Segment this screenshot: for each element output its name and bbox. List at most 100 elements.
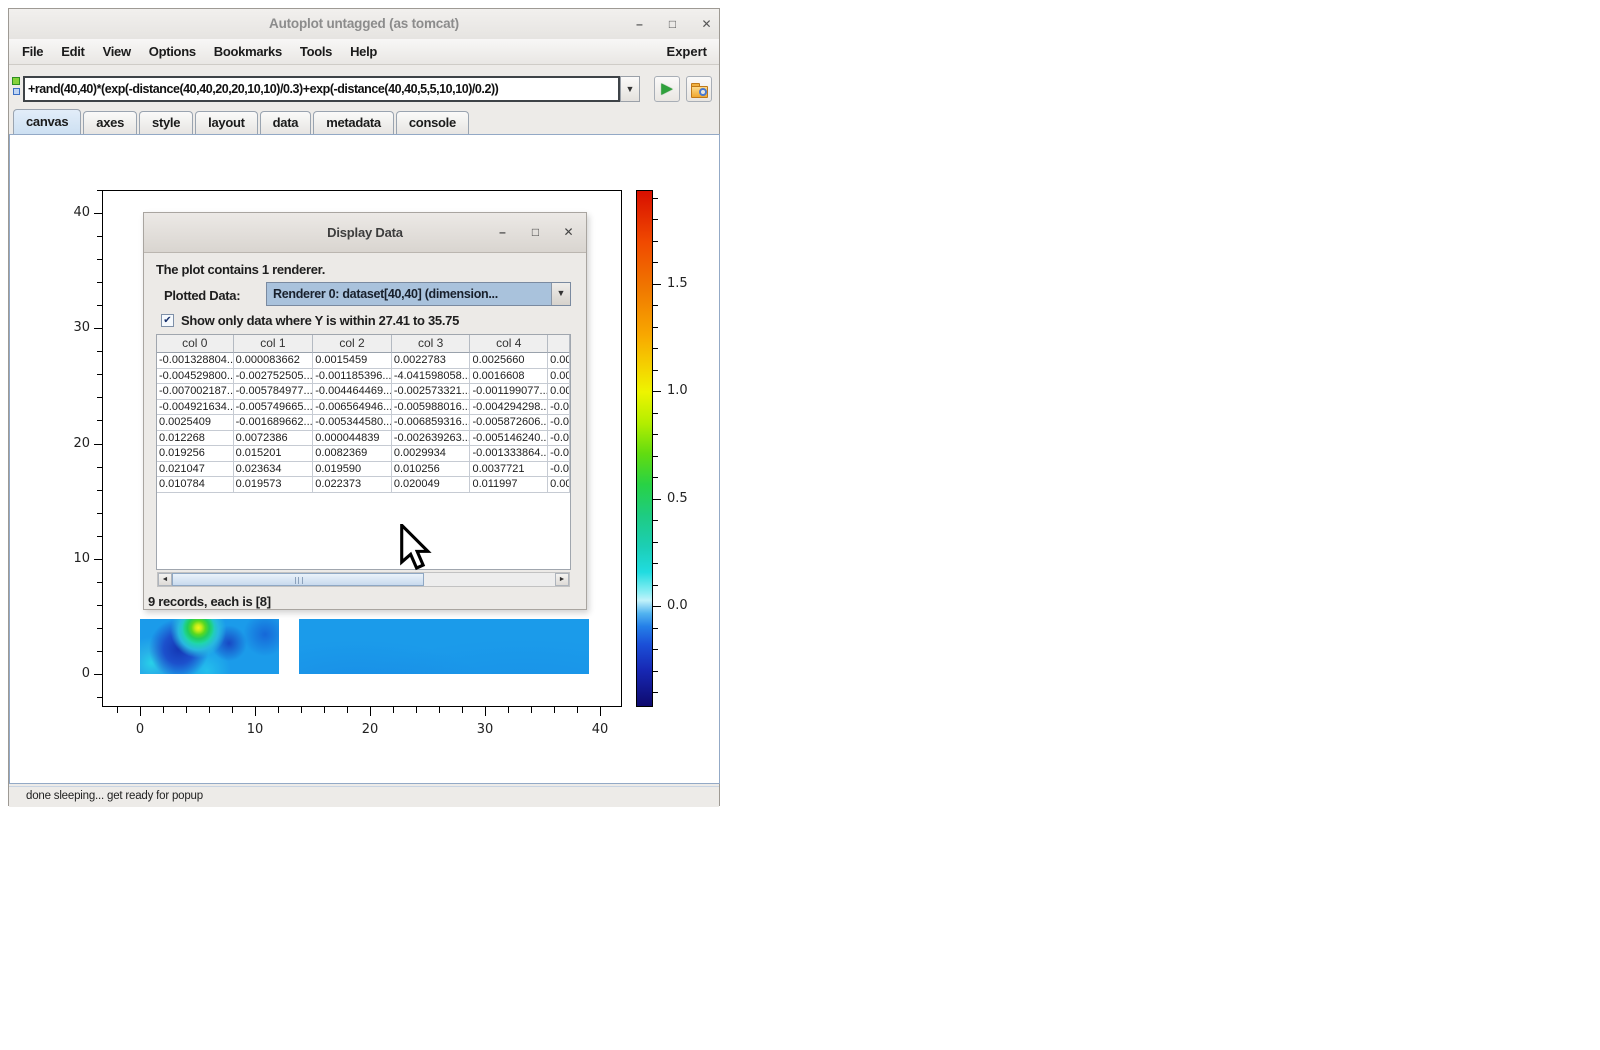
status-bar: done sleeping... get ready for popup (9, 786, 719, 807)
x-tick-label: 20 (354, 722, 386, 737)
scrollbar-thumb[interactable] (172, 573, 424, 586)
plotted-data-select[interactable]: Renderer 0: dataset[40,40] (dimension...… (266, 282, 571, 306)
menu-item-tools[interactable]: Tools (291, 39, 341, 64)
combo-arrow-button[interactable]: ▼ (551, 283, 570, 305)
axis-tick (653, 477, 658, 478)
table-header-row: col 0col 1col 2col 3col 4 (157, 335, 570, 353)
axis-tick (140, 707, 141, 716)
expert-label[interactable]: Expert (667, 39, 707, 64)
column-header[interactable]: col 1 (234, 335, 314, 353)
minimize-icon[interactable]: – (631, 16, 648, 33)
column-header[interactable] (548, 335, 570, 353)
table-cell: 0.000083662 (234, 353, 314, 369)
axis-tick (653, 198, 658, 199)
table-cell: 0.0025660 (470, 353, 548, 369)
dialog-maximize-icon[interactable]: □ (527, 224, 544, 241)
axis-tick (186, 707, 187, 713)
column-header[interactable]: col 2 (313, 335, 392, 353)
table-cell: 0.019256 (157, 446, 234, 462)
dialog-minimize-icon[interactable]: – (494, 224, 511, 241)
table-row[interactable]: 0.0210470.0236340.0195900.0102560.003772… (157, 462, 570, 478)
colorbar-tick-label: 1.5 (667, 276, 688, 291)
table-cell: 0.00 (548, 477, 570, 493)
uri-input[interactable] (23, 76, 620, 102)
tab-console[interactable]: console (396, 111, 469, 134)
menu-item-view[interactable]: View (94, 39, 140, 64)
table-cell: -0.005749665... (234, 400, 314, 416)
tab-canvas[interactable]: canvas (13, 109, 81, 134)
axis-tick (600, 707, 601, 716)
axis-tick (97, 536, 102, 537)
column-header[interactable]: col 3 (392, 335, 471, 353)
table-row[interactable]: 0.0107840.0195730.0223730.0200490.011997… (157, 477, 570, 493)
tab-axes[interactable]: axes (83, 111, 137, 134)
inspect-uri-button[interactable] (686, 76, 712, 102)
table-cell: -0.005784977... (234, 384, 314, 400)
table-cell: -0.0 (548, 446, 570, 462)
axis-tick (97, 397, 102, 398)
filter-checkbox[interactable]: ✔ (161, 314, 174, 327)
axis-tick (653, 671, 658, 672)
axis-tick (163, 707, 164, 713)
colorbar-tick-label: 1.0 (667, 383, 688, 398)
data-table[interactable]: col 0col 1col 2col 3col 4 -0.001328804..… (156, 334, 571, 570)
column-header[interactable]: col 0 (157, 335, 234, 353)
menu-item-edit[interactable]: Edit (52, 39, 93, 64)
table-row[interactable]: -0.001328804...0.0000836620.00154590.002… (157, 353, 570, 369)
axis-tick (324, 707, 325, 713)
table-cell: 0.011997 (470, 477, 548, 493)
menu-item-bookmarks[interactable]: Bookmarks (205, 39, 291, 64)
arrow-left-icon: ◄ (162, 576, 169, 583)
blue-square-icon (13, 88, 20, 95)
tab-metadata[interactable]: metadata (313, 111, 394, 134)
tab-style[interactable]: style (139, 111, 193, 134)
table-row[interactable]: 0.0122680.00723860.000044839-0.002639263… (157, 431, 570, 447)
menu-item-help[interactable]: Help (341, 39, 386, 64)
tab-layout[interactable]: layout (195, 111, 257, 134)
plotted-data-label: Plotted Data: (164, 288, 240, 303)
uri-dropdown-button[interactable]: ▼ (620, 76, 640, 102)
axis-tick (278, 707, 279, 713)
axis-tick (653, 585, 658, 586)
axis-tick (653, 348, 658, 349)
table-cell: -0.005988016... (392, 400, 471, 416)
close-icon[interactable]: ✕ (698, 16, 715, 33)
axis-tick (653, 499, 661, 500)
y-tick-label: 0 (58, 666, 90, 681)
axis-tick (653, 305, 658, 306)
table-row[interactable]: -0.007002187...-0.005784977...-0.0044644… (157, 384, 570, 400)
dialog-title-bar[interactable]: Display Data – □ ✕ (144, 213, 586, 253)
x-tick-label: 10 (239, 722, 271, 737)
axis-tick (653, 391, 661, 392)
column-header[interactable]: col 4 (470, 335, 548, 353)
axis-tick (653, 262, 658, 263)
tab-data[interactable]: data (260, 111, 312, 134)
menu-item-options[interactable]: Options (140, 39, 205, 64)
green-square-icon (12, 77, 20, 85)
menu-items: FileEditViewOptionsBookmarksToolsHelp (9, 43, 386, 60)
table-cell: 0.0029934 (392, 446, 471, 462)
table-cell: -0.002573321... (392, 384, 471, 400)
table-row[interactable]: -0.004921634...-0.005749665...-0.0065649… (157, 400, 570, 416)
horizontal-scrollbar[interactable]: ◄ ► (157, 572, 570, 587)
table-row[interactable]: 0.0025409-0.001689662...-0.005344580...-… (157, 415, 570, 431)
axis-tick (462, 707, 463, 713)
axis-tick (97, 467, 102, 468)
menu-item-file[interactable]: File (13, 39, 52, 64)
table-row[interactable]: 0.0192560.0152010.00823690.0029934-0.001… (157, 446, 570, 462)
table-cell: -0.001333864... (470, 446, 548, 462)
scroll-right-button[interactable]: ► (555, 573, 569, 586)
records-summary: 9 records, each is [8] (148, 594, 271, 609)
play-icon: ▶ (661, 80, 673, 97)
scroll-left-button[interactable]: ◄ (158, 573, 172, 586)
axis-tick (653, 542, 658, 543)
title-bar[interactable]: Autoplot untagged (as tomcat) – □ ✕ (9, 9, 719, 39)
go-button[interactable]: ▶ (654, 76, 680, 102)
table-row[interactable]: -0.004529800...-0.002752505...-0.0011853… (157, 369, 570, 385)
menu-bar: FileEditViewOptionsBookmarksToolsHelp Ex… (9, 39, 719, 65)
axis-tick (94, 213, 102, 214)
maximize-icon[interactable]: □ (664, 16, 681, 33)
table-cell: -0.004921634... (157, 400, 234, 416)
table-cell: 0.0072386 (234, 431, 314, 447)
dialog-close-icon[interactable]: ✕ (560, 224, 577, 241)
